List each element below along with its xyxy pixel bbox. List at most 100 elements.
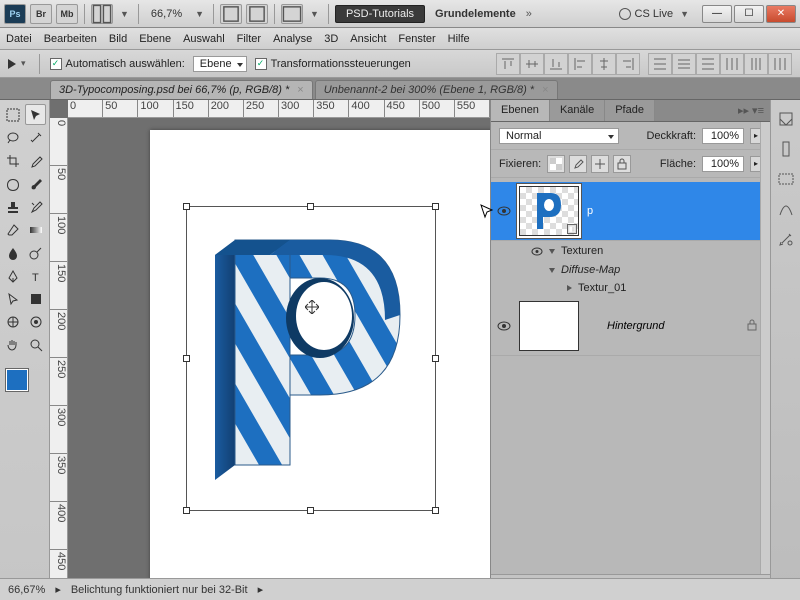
align-bottom-icon[interactable]: [544, 53, 568, 75]
menu-filter[interactable]: Filter: [237, 33, 261, 45]
visibility-icon[interactable]: [497, 319, 511, 333]
visibility-icon[interactable]: [531, 244, 543, 258]
history-brush-tool-icon[interactable]: [25, 196, 46, 217]
workspace-switcher[interactable]: PSD-Tutorials: [335, 5, 425, 23]
panel-scrollbar[interactable]: [760, 122, 770, 574]
dock-icon[interactable]: [775, 198, 797, 220]
transform-handle[interactable]: [183, 203, 190, 210]
menu-fenster[interactable]: Fenster: [398, 33, 435, 45]
blendmode-dropdown[interactable]: Normal: [499, 128, 619, 144]
lock-pixels-icon[interactable]: [569, 155, 587, 173]
dock-icon[interactable]: [775, 168, 797, 190]
dock-icon[interactable]: [775, 138, 797, 160]
sublayer-texturen[interactable]: Texturen: [531, 241, 770, 261]
document-tab-active[interactable]: 3D-Typocomposing.psd bei 66,7% (p, RGB/8…: [50, 80, 313, 99]
color-swatches[interactable]: [2, 363, 44, 399]
menu-ebene[interactable]: Ebene: [139, 33, 171, 45]
chevron-right-icon[interactable]: »: [526, 8, 532, 20]
tab-pfade[interactable]: Pfade: [605, 100, 655, 121]
path-select-tool-icon[interactable]: [2, 288, 23, 309]
distribute-top-icon[interactable]: [648, 53, 672, 75]
arrange-icon[interactable]: [91, 4, 113, 24]
statusbar-zoom[interactable]: 66,67%: [8, 584, 45, 596]
align-top-icon[interactable]: [496, 53, 520, 75]
transform-handle[interactable]: [183, 507, 190, 514]
menu-analyse[interactable]: Analyse: [273, 33, 312, 45]
dock-icon[interactable]: [775, 228, 797, 250]
sublayer-textur01[interactable]: Textur_01: [531, 279, 770, 297]
auto-select-checkbox[interactable]: ✓Automatisch auswählen:: [50, 58, 185, 70]
minibridge-icon[interactable]: Mb: [56, 4, 78, 24]
document-tab[interactable]: Unbenannt-2 bei 300% (Ebene 1, RGB/8) *×: [315, 80, 558, 99]
3d-rotate-tool-icon[interactable]: [2, 311, 23, 332]
photoshop-icon[interactable]: Ps: [4, 4, 26, 24]
cslive-button[interactable]: CS Live▼: [613, 8, 698, 20]
menu-bild[interactable]: Bild: [109, 33, 127, 45]
transform-controls-checkbox[interactable]: ✓Transformationssteuerungen: [255, 58, 411, 70]
statusbar-chevron-icon[interactable]: ▸: [258, 583, 264, 596]
type-tool-icon[interactable]: T: [25, 265, 46, 286]
hand-tool-icon[interactable]: [2, 334, 23, 355]
align-left-icon[interactable]: [568, 53, 592, 75]
lock-position-icon[interactable]: [591, 155, 609, 173]
close-icon[interactable]: ×: [297, 84, 303, 96]
tab-ebenen[interactable]: Ebenen: [491, 100, 550, 121]
wand-tool-icon[interactable]: [25, 127, 46, 148]
chevron-down-icon[interactable]: [549, 249, 555, 254]
screenmode-icon[interactable]: [281, 4, 303, 24]
statusbar-chevron-icon[interactable]: ▸: [55, 583, 61, 596]
layer-row-hintergrund[interactable]: Hintergrund: [491, 297, 770, 356]
zoom-tool-icon[interactable]: [25, 334, 46, 355]
bridge-icon[interactable]: Br: [30, 4, 52, 24]
blur-tool-icon[interactable]: [2, 242, 23, 263]
eyedropper-tool-icon[interactable]: [25, 150, 46, 171]
layer-row-p[interactable]: ◧ p: [491, 182, 770, 241]
align-vcenter-icon[interactable]: [520, 53, 544, 75]
menu-datei[interactable]: Datei: [6, 33, 32, 45]
canvas-area[interactable]: 050100150200250300350400450500550 050100…: [50, 100, 490, 598]
zoom-tool-icon[interactable]: [246, 4, 268, 24]
menu-ansicht[interactable]: Ansicht: [350, 33, 386, 45]
tab-kanaele[interactable]: Kanäle: [550, 100, 605, 121]
transform-handle[interactable]: [307, 203, 314, 210]
chevron-right-icon[interactable]: [567, 285, 572, 291]
fill-value[interactable]: 100%: [702, 156, 744, 172]
crop-tool-icon[interactable]: [2, 150, 23, 171]
patch-tool-icon[interactable]: [2, 173, 23, 194]
opacity-value[interactable]: 100%: [702, 128, 744, 144]
close-icon[interactable]: ×: [542, 84, 548, 96]
transform-handle[interactable]: [432, 355, 439, 362]
close-button[interactable]: ✕: [766, 5, 796, 23]
dock-icon[interactable]: [775, 108, 797, 130]
menu-3d[interactable]: 3D: [324, 33, 338, 45]
transform-handle[interactable]: [307, 507, 314, 514]
dodge-tool-icon[interactable]: [25, 242, 46, 263]
panel-menu-icon[interactable]: ▸▸ ▾≡: [732, 100, 770, 121]
shape-tool-icon[interactable]: [25, 288, 46, 309]
auto-select-target-dropdown[interactable]: Ebene: [193, 56, 247, 72]
align-hcenter-icon[interactable]: [592, 53, 616, 75]
marquee-tool-icon[interactable]: [2, 104, 23, 125]
layer-thumbnail[interactable]: [519, 301, 579, 351]
distribute-hcenter-icon[interactable]: [744, 53, 768, 75]
zoom-display[interactable]: 66,7%: [145, 8, 188, 20]
chevron-down-icon[interactable]: ▼: [307, 9, 322, 19]
vertical-ruler[interactable]: 050100150200250300350400450: [50, 118, 68, 598]
transform-bounding-box[interactable]: [186, 206, 436, 511]
distribute-right-icon[interactable]: [768, 53, 792, 75]
horizontal-ruler[interactable]: 050100150200250300350400450500550: [68, 100, 490, 118]
layer-name[interactable]: Hintergrund: [607, 320, 664, 332]
transform-handle[interactable]: [432, 203, 439, 210]
hand-tool-icon[interactable]: [220, 4, 242, 24]
menu-hilfe[interactable]: Hilfe: [448, 33, 470, 45]
transform-handle[interactable]: [432, 507, 439, 514]
chevron-down-icon[interactable]: ▼: [192, 9, 207, 19]
distribute-bottom-icon[interactable]: [696, 53, 720, 75]
chevron-down-icon[interactable]: [549, 268, 555, 273]
layer-name[interactable]: p: [587, 205, 593, 217]
workspace-breadcrumb[interactable]: Grundelemente: [429, 8, 522, 20]
layer-thumbnail[interactable]: ◧: [519, 186, 579, 236]
pen-tool-icon[interactable]: [2, 265, 23, 286]
brush-tool-icon[interactable]: [25, 173, 46, 194]
maximize-button[interactable]: ☐: [734, 5, 764, 23]
